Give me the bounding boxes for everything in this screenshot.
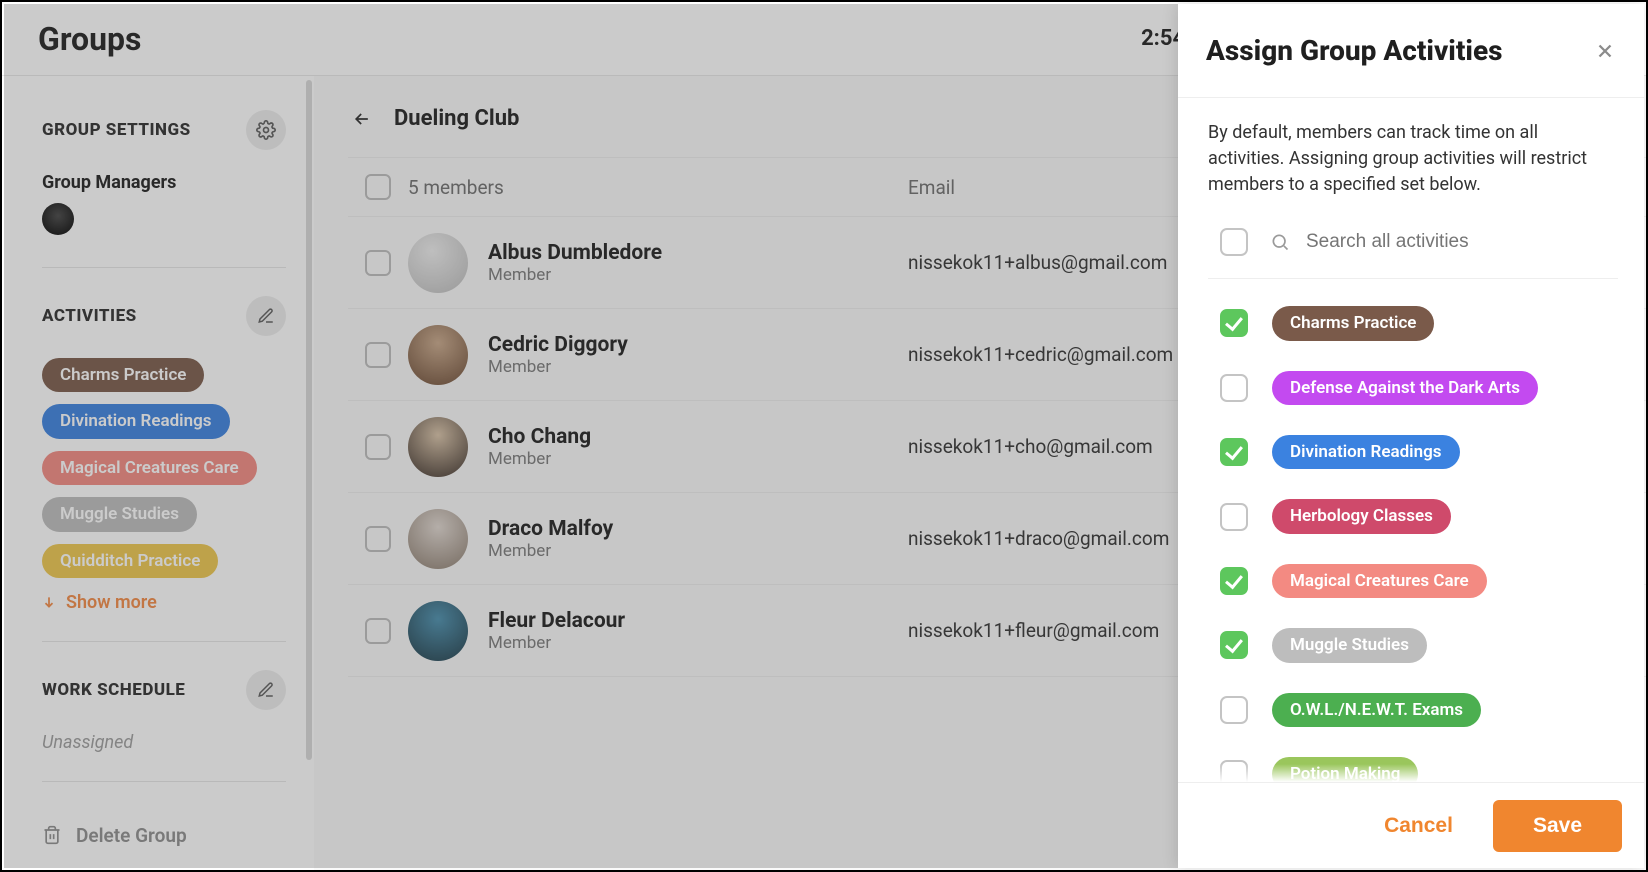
activity-pill[interactable]: Defense Against the Dark Arts [1272,371,1538,405]
activity-row: Charms Practice [1208,291,1618,355]
activity-pill[interactable]: Charms Practice [1272,306,1434,340]
cancel-button[interactable]: Cancel [1362,802,1475,850]
assign-activities-drawer: Assign Group Activities By default, memb… [1178,4,1644,868]
activity-row: O.W.L./N.E.W.T. Exams [1208,678,1618,742]
drawer-description: By default, members can track time on al… [1208,120,1618,198]
search-activities-input[interactable] [1306,231,1546,253]
activity-pill[interactable]: Herbology Classes [1272,499,1451,533]
activity-checkbox[interactable] [1220,696,1248,724]
activity-checkbox[interactable] [1220,374,1248,402]
activity-checkbox[interactable] [1220,503,1248,531]
activity-row: Defense Against the Dark Arts [1208,356,1618,420]
save-button[interactable]: Save [1493,800,1622,852]
activity-pill[interactable]: Divination Readings [1272,435,1460,469]
activity-row: Muggle Studies [1208,613,1618,677]
activity-pill[interactable]: Muggle Studies [1272,628,1427,662]
select-all-activities-checkbox[interactable] [1220,228,1248,256]
activity-pill[interactable]: Magical Creatures Care [1272,564,1487,598]
activity-row: Magical Creatures Care [1208,549,1618,613]
drawer-title: Assign Group Activities [1206,34,1503,67]
activity-checkbox[interactable] [1220,567,1248,595]
activity-pill[interactable]: O.W.L./N.E.W.T. Exams [1272,693,1481,727]
activity-checkbox[interactable] [1220,438,1248,466]
activity-row: Herbology Classes [1208,484,1618,548]
activity-checkbox[interactable] [1220,631,1248,659]
activity-checkbox[interactable] [1220,309,1248,337]
activity-row: Divination Readings [1208,420,1618,484]
search-icon [1270,232,1290,252]
close-icon[interactable] [1594,40,1616,62]
